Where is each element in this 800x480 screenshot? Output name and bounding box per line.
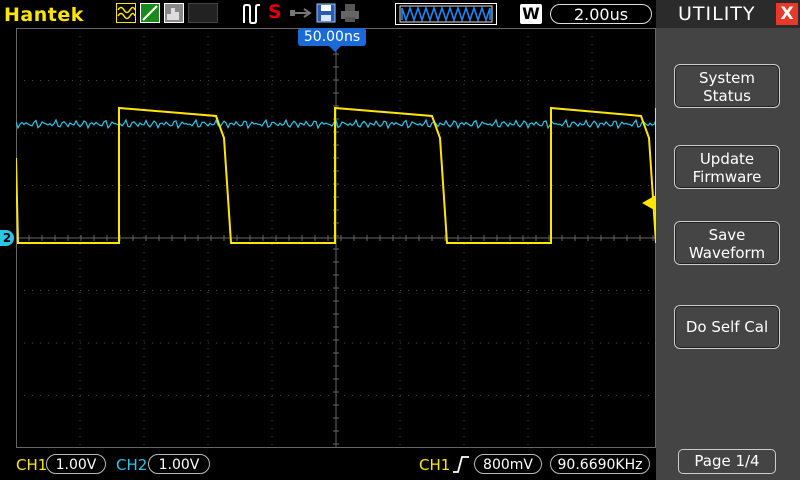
button-label-line1: System [699,69,755,87]
update-firmware-button[interactable]: Update Firmware [674,145,780,189]
ch1-label: CH1 [16,456,48,474]
trigger-level-value[interactable]: 800mV [474,454,542,474]
system-status-button[interactable]: System Status [674,64,780,108]
button-label-line1: Update [699,150,755,168]
button-label-line1: Save [708,226,746,244]
acquire-mode-indicator: W [520,4,542,24]
button-label-line1: Do Self Cal [685,318,769,336]
ref-waveform-icon[interactable] [140,3,160,23]
blank-slot-icon [188,3,218,23]
trigger-position-badge: 50.00ns [298,28,366,46]
close-button[interactable]: X [776,3,798,25]
page-indicator-button[interactable]: Page 1/4 [678,449,776,474]
trigger-level-marker[interactable] [642,195,656,211]
self-calibration-button[interactable]: Do Self Cal [674,305,780,349]
waveform-math-icon[interactable] [116,3,136,23]
ch1-scale[interactable]: 1.00V [46,454,106,474]
ch1-trace [16,106,656,244]
waveform-grid [16,28,656,448]
save-icon[interactable] [316,3,336,23]
rising-edge-icon [452,454,470,478]
timebase-window-indicator [395,3,497,25]
button-label-line2: Waveform [688,244,766,262]
trigger-source-label: CH1 [419,456,451,474]
bottom-status-bar: CH1 1.00V CH2 1.00V CH1 800mV 90.6690KHz [0,450,656,480]
brand-logo: Hantek [4,4,84,26]
panel-header: UTILITY X [656,0,800,28]
panel-title: UTILITY [678,3,756,25]
button-label-line2: Firmware [692,168,762,186]
trigger-status-label: S [268,1,282,23]
utility-menu-panel: UTILITY X System Status Update Firmware … [656,0,800,480]
ch2-label: CH2 [116,456,148,474]
timebase-value[interactable]: 2.00us [550,4,652,24]
frequency-readout: 90.6690KHz [550,454,650,474]
fft-icon[interactable] [164,3,184,23]
print-icon[interactable] [340,3,360,23]
run-stop-icon[interactable] [242,3,262,25]
usb-icon [290,3,314,23]
graticule [16,28,656,448]
ch2-scale[interactable]: 1.00V [148,454,210,474]
ch2-ground-marker[interactable]: 2 [0,230,14,246]
button-label-line2: Status [703,87,751,105]
save-waveform-button[interactable]: Save Waveform [674,221,780,265]
trigger-position-arrow [329,46,341,52]
top-status-bar: Hantek S W 2.00us [0,0,656,28]
